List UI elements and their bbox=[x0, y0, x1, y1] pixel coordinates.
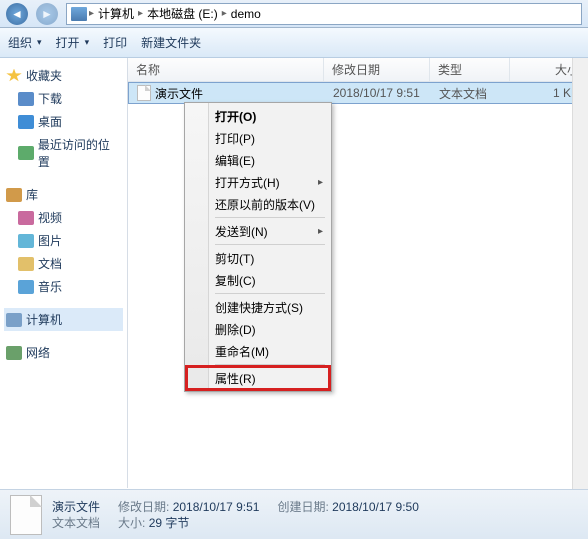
sidebar-label: 收藏夹 bbox=[26, 67, 62, 84]
network-icon bbox=[6, 346, 22, 360]
details-created: 2018/10/17 9:50 bbox=[332, 500, 419, 514]
details-created-label: 创建日期: bbox=[277, 500, 328, 514]
star-icon bbox=[6, 69, 22, 83]
music-icon bbox=[18, 280, 34, 294]
ctx-properties[interactable]: 属性(R) bbox=[187, 367, 329, 389]
toolbar: 组织 打开 打印 新建文件夹 bbox=[0, 28, 588, 58]
sidebar-item-label: 视频 bbox=[38, 209, 62, 226]
details-filename: 演示文件 bbox=[52, 499, 100, 515]
file-date: 2018/10/17 9:51 bbox=[325, 86, 431, 100]
recent-icon bbox=[18, 146, 34, 160]
document-icon bbox=[18, 257, 34, 271]
chevron-right-icon: ▸ bbox=[89, 8, 94, 19]
sidebar-item-pictures[interactable]: 图片 bbox=[4, 229, 123, 252]
chevron-right-icon: ▸ bbox=[222, 8, 227, 19]
sidebar-item-label: 最近访问的位置 bbox=[38, 136, 121, 170]
ctx-edit[interactable]: 编辑(E) bbox=[187, 149, 329, 171]
sidebar: 收藏夹 下载 桌面 最近访问的位置 库 视频 图片 文档 音乐 计算机 网络 bbox=[0, 58, 128, 488]
ctx-rename[interactable]: 重命名(M) bbox=[187, 340, 329, 362]
file-type: 文本文档 bbox=[431, 85, 511, 102]
sidebar-item-label: 文档 bbox=[38, 255, 62, 272]
file-row[interactable]: 演示文件 2018/10/17 9:51 文本文档 1 KB bbox=[128, 82, 588, 104]
chevron-right-icon: ▸ bbox=[138, 8, 143, 19]
breadcrumb-drive[interactable]: 本地磁盘 (E:) bbox=[145, 5, 220, 22]
column-name[interactable]: 名称 bbox=[128, 58, 324, 81]
file-icon bbox=[137, 85, 151, 101]
sidebar-item-label: 音乐 bbox=[38, 278, 62, 295]
ctx-create-shortcut[interactable]: 创建快捷方式(S) bbox=[187, 296, 329, 318]
separator bbox=[215, 217, 325, 218]
ctx-open[interactable]: 打开(O) bbox=[187, 105, 329, 127]
details-size: 29 字节 bbox=[149, 516, 190, 530]
sidebar-item-documents[interactable]: 文档 bbox=[4, 252, 123, 275]
library-icon bbox=[6, 188, 22, 202]
sidebar-libraries[interactable]: 库 bbox=[4, 183, 123, 206]
sidebar-item-recent[interactable]: 最近访问的位置 bbox=[4, 133, 123, 173]
file-icon-large bbox=[10, 495, 42, 535]
sidebar-computer[interactable]: 计算机 bbox=[4, 308, 123, 331]
separator bbox=[215, 293, 325, 294]
titlebar: ◄ ► ▸ 计算机 ▸ 本地磁盘 (E:) ▸ demo bbox=[0, 0, 588, 28]
ctx-restore-versions[interactable]: 还原以前的版本(V) bbox=[187, 193, 329, 215]
sidebar-item-desktop[interactable]: 桌面 bbox=[4, 110, 123, 133]
ctx-copy[interactable]: 复制(C) bbox=[187, 269, 329, 291]
details-modified: 2018/10/17 9:51 bbox=[173, 500, 260, 514]
vertical-scrollbar[interactable] bbox=[572, 58, 588, 489]
download-icon bbox=[18, 92, 34, 106]
sidebar-item-downloads[interactable]: 下载 bbox=[4, 87, 123, 110]
address-bar[interactable]: ▸ 计算机 ▸ 本地磁盘 (E:) ▸ demo bbox=[66, 3, 582, 25]
separator bbox=[215, 364, 325, 365]
breadcrumb-folder[interactable]: demo bbox=[229, 7, 263, 21]
ctx-send-to[interactable]: 发送到(N) bbox=[187, 220, 329, 242]
sidebar-item-label: 下载 bbox=[38, 90, 62, 107]
sidebar-item-label: 桌面 bbox=[38, 113, 62, 130]
print-button[interactable]: 打印 bbox=[103, 34, 127, 51]
details-pane: 演示文件 修改日期: 2018/10/17 9:51 创建日期: 2018/10… bbox=[0, 489, 588, 539]
sidebar-label: 网络 bbox=[26, 344, 50, 361]
sidebar-label: 库 bbox=[26, 186, 38, 203]
sidebar-item-music[interactable]: 音乐 bbox=[4, 275, 123, 298]
details-modified-label: 修改日期: bbox=[118, 500, 169, 514]
ctx-delete[interactable]: 删除(D) bbox=[187, 318, 329, 340]
column-headers: 名称 修改日期 类型 大小 bbox=[128, 58, 588, 82]
separator bbox=[215, 244, 325, 245]
sidebar-label: 计算机 bbox=[26, 311, 62, 328]
ctx-open-with[interactable]: 打开方式(H) bbox=[187, 171, 329, 193]
nav-forward-button[interactable]: ► bbox=[34, 3, 60, 25]
desktop-icon bbox=[18, 115, 34, 129]
picture-icon bbox=[18, 234, 34, 248]
details-size-label: 大小: bbox=[118, 516, 145, 530]
video-icon bbox=[18, 211, 34, 225]
column-date[interactable]: 修改日期 bbox=[324, 58, 430, 81]
details-typeline: 文本文档 bbox=[52, 515, 100, 531]
organize-button[interactable]: 组织 bbox=[8, 34, 42, 51]
open-button[interactable]: 打开 bbox=[56, 34, 90, 51]
breadcrumb-root[interactable]: 计算机 bbox=[96, 5, 136, 22]
context-menu: 打开(O) 打印(P) 编辑(E) 打开方式(H) 还原以前的版本(V) 发送到… bbox=[184, 102, 332, 392]
sidebar-item-videos[interactable]: 视频 bbox=[4, 206, 123, 229]
new-folder-button[interactable]: 新建文件夹 bbox=[141, 34, 201, 51]
file-name: 演示文件 bbox=[155, 85, 203, 102]
sidebar-network[interactable]: 网络 bbox=[4, 341, 123, 364]
column-type[interactable]: 类型 bbox=[430, 58, 510, 81]
sidebar-item-label: 图片 bbox=[38, 232, 62, 249]
sidebar-favorites[interactable]: 收藏夹 bbox=[4, 64, 123, 87]
ctx-print[interactable]: 打印(P) bbox=[187, 127, 329, 149]
drive-icon bbox=[71, 7, 87, 21]
ctx-cut[interactable]: 剪切(T) bbox=[187, 247, 329, 269]
nav-back-button[interactable]: ◄ bbox=[4, 3, 30, 25]
computer-icon bbox=[6, 313, 22, 327]
